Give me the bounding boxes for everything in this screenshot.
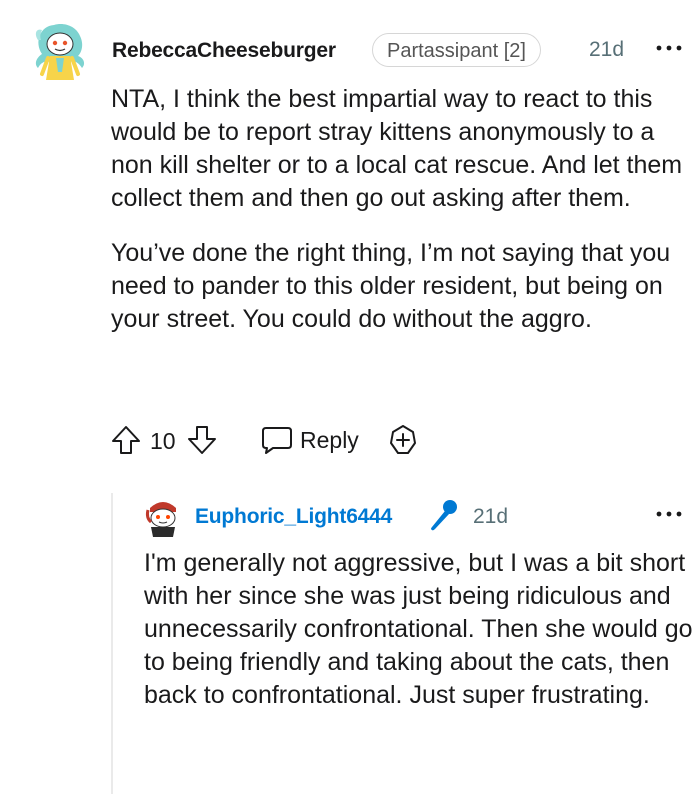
user-flair: Partassipant [2] xyxy=(372,33,541,67)
award-icon[interactable] xyxy=(387,424,419,456)
thread-line[interactable] xyxy=(111,493,113,794)
microphone-icon xyxy=(431,500,457,531)
reply-timestamp[interactable]: 21d xyxy=(473,505,508,529)
upvote-icon[interactable] xyxy=(110,424,142,456)
reply-paragraph: I'm generally not aggressive, but I was … xyxy=(144,549,693,709)
downvote-icon[interactable] xyxy=(186,424,218,456)
reply-bubble-icon xyxy=(262,427,292,454)
vote-score: 10 xyxy=(150,428,176,454)
reply-label: Reply xyxy=(300,426,359,453)
comment-body: NTA, I think the best impartial way to r… xyxy=(111,83,696,336)
reply-author[interactable]: Euphoric_Light6444 xyxy=(195,505,392,529)
more-options-icon[interactable] xyxy=(652,36,686,60)
user-avatar[interactable] xyxy=(32,22,88,82)
reply-body: I'm generally not aggressive, but I was … xyxy=(144,547,694,712)
comment-actions: 10 Reply xyxy=(110,420,530,460)
comment-timestamp[interactable]: 21d xyxy=(589,38,624,62)
comment-author[interactable]: RebeccaCheeseburger xyxy=(112,39,336,63)
comment-paragraph: You’ve done the right thing, I’m not say… xyxy=(111,239,671,333)
reply-button[interactable]: Reply xyxy=(260,422,359,458)
user-avatar[interactable] xyxy=(142,496,184,538)
comment-paragraph: NTA, I think the best impartial way to r… xyxy=(111,85,683,212)
more-options-icon[interactable] xyxy=(652,502,686,526)
